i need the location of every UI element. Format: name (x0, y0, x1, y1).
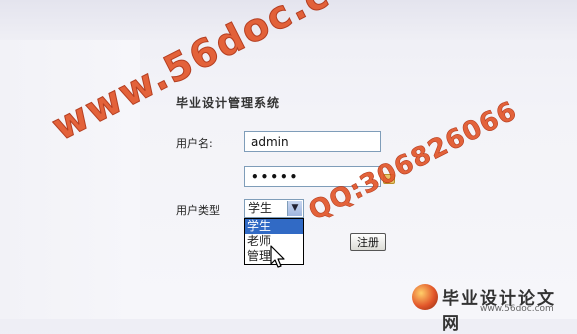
page-title: 毕业设计管理系统 (176, 96, 281, 110)
usertype-select[interactable]: 学生 ▼ (244, 199, 304, 218)
watermark-qq: QQ:306826066 (304, 95, 523, 227)
site-logo: 毕业设计论文网 www.56doc.com (412, 282, 572, 334)
usertype-selected-value: 学生 (248, 201, 273, 215)
usertype-label: 用户类型 (176, 204, 220, 217)
chevron-down-icon[interactable]: ▼ (287, 201, 302, 216)
logo-ball-icon (412, 284, 438, 310)
register-button[interactable]: 注册 (350, 233, 386, 251)
mouse-cursor-icon (270, 245, 285, 268)
username-input[interactable] (244, 131, 381, 152)
username-label: 用户名: (176, 137, 213, 150)
usertype-option-student[interactable]: 学生 (245, 219, 303, 234)
logo-url: www.56doc.com (480, 304, 554, 314)
